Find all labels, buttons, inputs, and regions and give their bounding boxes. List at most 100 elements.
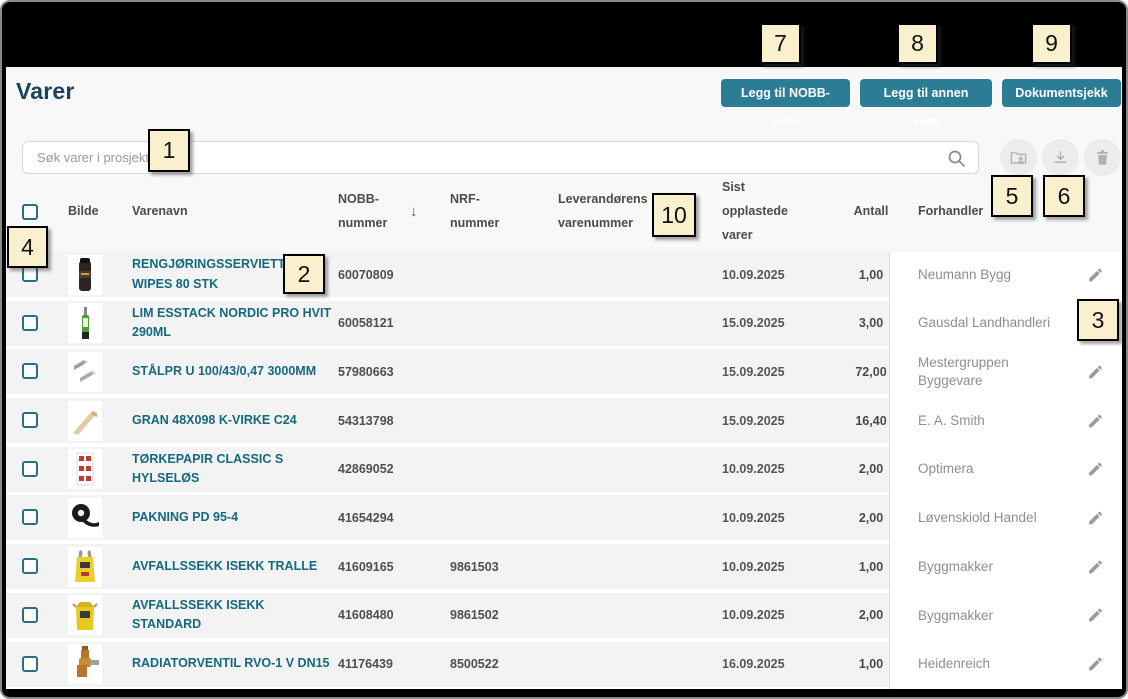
nobb-number-cell: 41654294 <box>338 495 394 540</box>
edit-row-button[interactable] <box>1085 459 1106 480</box>
nrf-number-cell: 9861502 <box>450 593 499 638</box>
edit-pencil-icon <box>1087 656 1104 673</box>
dealer-name-cell: E. A. Smith <box>918 398 1076 443</box>
product-name-link[interactable]: AVFALLSSEKK ISEKK TRALLE <box>132 544 337 589</box>
pinned-column-cell: Mestergruppen Byggevare <box>890 349 1122 394</box>
nobb-number-cell: 57980663 <box>338 349 394 394</box>
last-uploaded-cell: 15.09.2025 <box>722 349 785 394</box>
add-other-item-button[interactable]: Legg til annen vare <box>860 79 992 107</box>
edit-row-button[interactable] <box>1085 361 1106 382</box>
last-uploaded-cell: 10.09.2025 <box>722 252 785 297</box>
table-row: STÅLPR U 100/43/0,47 3000MM 57980663 15.… <box>6 349 1122 394</box>
export-to-folder-button[interactable] <box>1000 139 1037 176</box>
nobb-number-cell: 41176439 <box>338 642 393 687</box>
edit-row-button[interactable] <box>1085 410 1106 431</box>
sort-desc-arrow-icon[interactable]: ↓ <box>410 174 418 250</box>
waste-bag-tralle-thumbnail <box>68 544 102 589</box>
last-uploaded-cell: 10.09.2025 <box>722 593 785 638</box>
last-uploaded-cell: 15.09.2025 <box>722 301 785 346</box>
page-title: Varer <box>16 78 75 105</box>
last-uploaded-cell: 16.09.2025 <box>722 642 785 687</box>
wipes-canister-thumbnail <box>68 252 102 297</box>
edit-row-button[interactable] <box>1085 556 1106 577</box>
pinned-column-cell: Heidenreich <box>890 642 1122 687</box>
nobb-number-cell: 60058121 <box>338 301 394 346</box>
download-button[interactable] <box>1042 139 1079 176</box>
som-mark-6: 6 <box>1043 175 1085 217</box>
product-name-link[interactable]: PAKNING PD 95-4 <box>132 495 337 540</box>
table-row: AVFALLSSEKK ISEKK STANDARD 41608480 9861… <box>6 593 1122 638</box>
nobb-number-cell: 41609165 <box>338 544 394 589</box>
row-checkbox[interactable] <box>22 363 38 379</box>
som-mark-1: 1 <box>148 129 190 172</box>
nrf-number-cell: 9861503 <box>450 544 499 589</box>
edit-row-button[interactable] <box>1085 264 1106 285</box>
column-header-nobb[interactable]: NOBB-nummer <box>338 174 400 250</box>
wood-plank-thumbnail <box>68 398 102 443</box>
product-name-link[interactable]: STÅLPR U 100/43/0,47 3000MM <box>132 349 337 394</box>
dealer-name-cell: Løvenskiold Handel <box>918 495 1076 540</box>
dealer-name-cell: Byggmakker <box>918 593 1076 638</box>
edit-pencil-icon <box>1087 266 1104 283</box>
som-mark-7: 7 <box>760 23 801 64</box>
nobb-number-cell: 42869052 <box>338 447 394 492</box>
row-checkbox[interactable] <box>22 558 38 574</box>
dealer-name-cell: Mestergruppen Byggevare <box>918 349 1076 394</box>
edit-row-button[interactable] <box>1085 507 1106 528</box>
edit-row-button[interactable] <box>1085 654 1106 675</box>
edit-pencil-icon <box>1087 363 1104 380</box>
last-uploaded-cell: 15.09.2025 <box>722 398 785 443</box>
product-name-link[interactable]: TØRKEPAPIR CLASSIC S HYLSELØS <box>132 447 337 492</box>
last-uploaded-cell: 10.09.2025 <box>722 447 785 492</box>
table-row: AVFALLSSEKK ISEKK TRALLE 41609165 986150… <box>6 544 1122 589</box>
table-row: RADIATORVENTIL RVO-1 V DN15 41176439 850… <box>6 642 1122 687</box>
search-icon <box>947 149 966 168</box>
som-mark-9: 9 <box>1031 23 1072 64</box>
row-checkbox[interactable] <box>22 461 38 477</box>
som-mark-3: 3 <box>1077 299 1119 341</box>
gasket-coil-thumbnail <box>68 495 102 540</box>
table-row: TØRKEPAPIR CLASSIC S HYLSELØS 42869052 1… <box>6 447 1122 492</box>
dealer-name-cell: Byggmakker <box>918 544 1076 589</box>
column-header-nrf: NRF-nummer <box>450 174 510 250</box>
edit-row-button[interactable] <box>1085 605 1106 626</box>
document-check-button[interactable]: Dokumentsjekk <box>1002 79 1121 107</box>
table-row: GRAN 48X098 K-VIRKE C24 54313798 15.09.2… <box>6 398 1122 443</box>
table-row: LIM ESSTACK NORDIC PRO HVIT 290ML 600581… <box>6 301 1122 346</box>
pinned-column-cell: Løvenskiold Handel <box>890 495 1122 540</box>
row-checkbox[interactable] <box>22 266 38 282</box>
paper-roll-thumbnail <box>68 447 102 492</box>
pinned-column-cell: Byggmakker <box>890 544 1122 589</box>
select-all-checkbox[interactable] <box>22 204 38 220</box>
last-uploaded-cell: 10.09.2025 <box>722 495 785 540</box>
column-header-varenavn: Varenavn <box>132 174 188 250</box>
product-name-link[interactable]: AVFALLSSEKK ISEKK STANDARD <box>132 593 337 638</box>
nobb-number-cell: 54313798 <box>338 398 394 443</box>
table-row: RENGJØRINGSSERVIETTER WIPES 80 STK 60070… <box>6 252 1122 297</box>
product-name-link[interactable]: GRAN 48X098 K-VIRKE C24 <box>132 398 337 443</box>
product-name-link[interactable]: RADIATORVENTIL RVO-1 V DN15 <box>132 642 337 687</box>
app-window: Varer Legg til NOBB-vare Legg til annen … <box>0 0 1128 699</box>
column-header-antall: Antall <box>807 174 935 250</box>
top-black-bar <box>2 2 1126 67</box>
table-header: Bilde Varenavn NOBB-nummer ↓ NRF-nummer … <box>6 174 1122 250</box>
add-nobb-item-button[interactable]: Legg til NOBB-vare <box>721 79 850 107</box>
pinned-column-cell: Neumann Bygg <box>890 252 1122 297</box>
row-checkbox[interactable] <box>22 607 38 623</box>
column-header-sist: Sist opplastede varer <box>722 174 808 250</box>
steel-profiles-thumbnail <box>68 349 102 394</box>
som-mark-2: 2 <box>283 254 325 294</box>
nrf-number-cell: 8500522 <box>450 642 499 687</box>
nobb-number-cell: 41608480 <box>338 593 394 638</box>
row-checkbox[interactable] <box>22 315 38 331</box>
edit-pencil-icon <box>1087 461 1104 478</box>
row-checkbox[interactable] <box>22 656 38 672</box>
delete-button[interactable] <box>1084 139 1121 176</box>
edit-pencil-icon <box>1087 607 1104 624</box>
pinned-column-divider <box>889 252 890 689</box>
som-mark-4: 4 <box>7 226 48 268</box>
last-uploaded-cell: 10.09.2025 <box>722 544 785 589</box>
row-checkbox[interactable] <box>22 412 38 428</box>
product-name-link[interactable]: LIM ESSTACK NORDIC PRO HVIT 290ML <box>132 301 337 346</box>
row-checkbox[interactable] <box>22 509 38 525</box>
